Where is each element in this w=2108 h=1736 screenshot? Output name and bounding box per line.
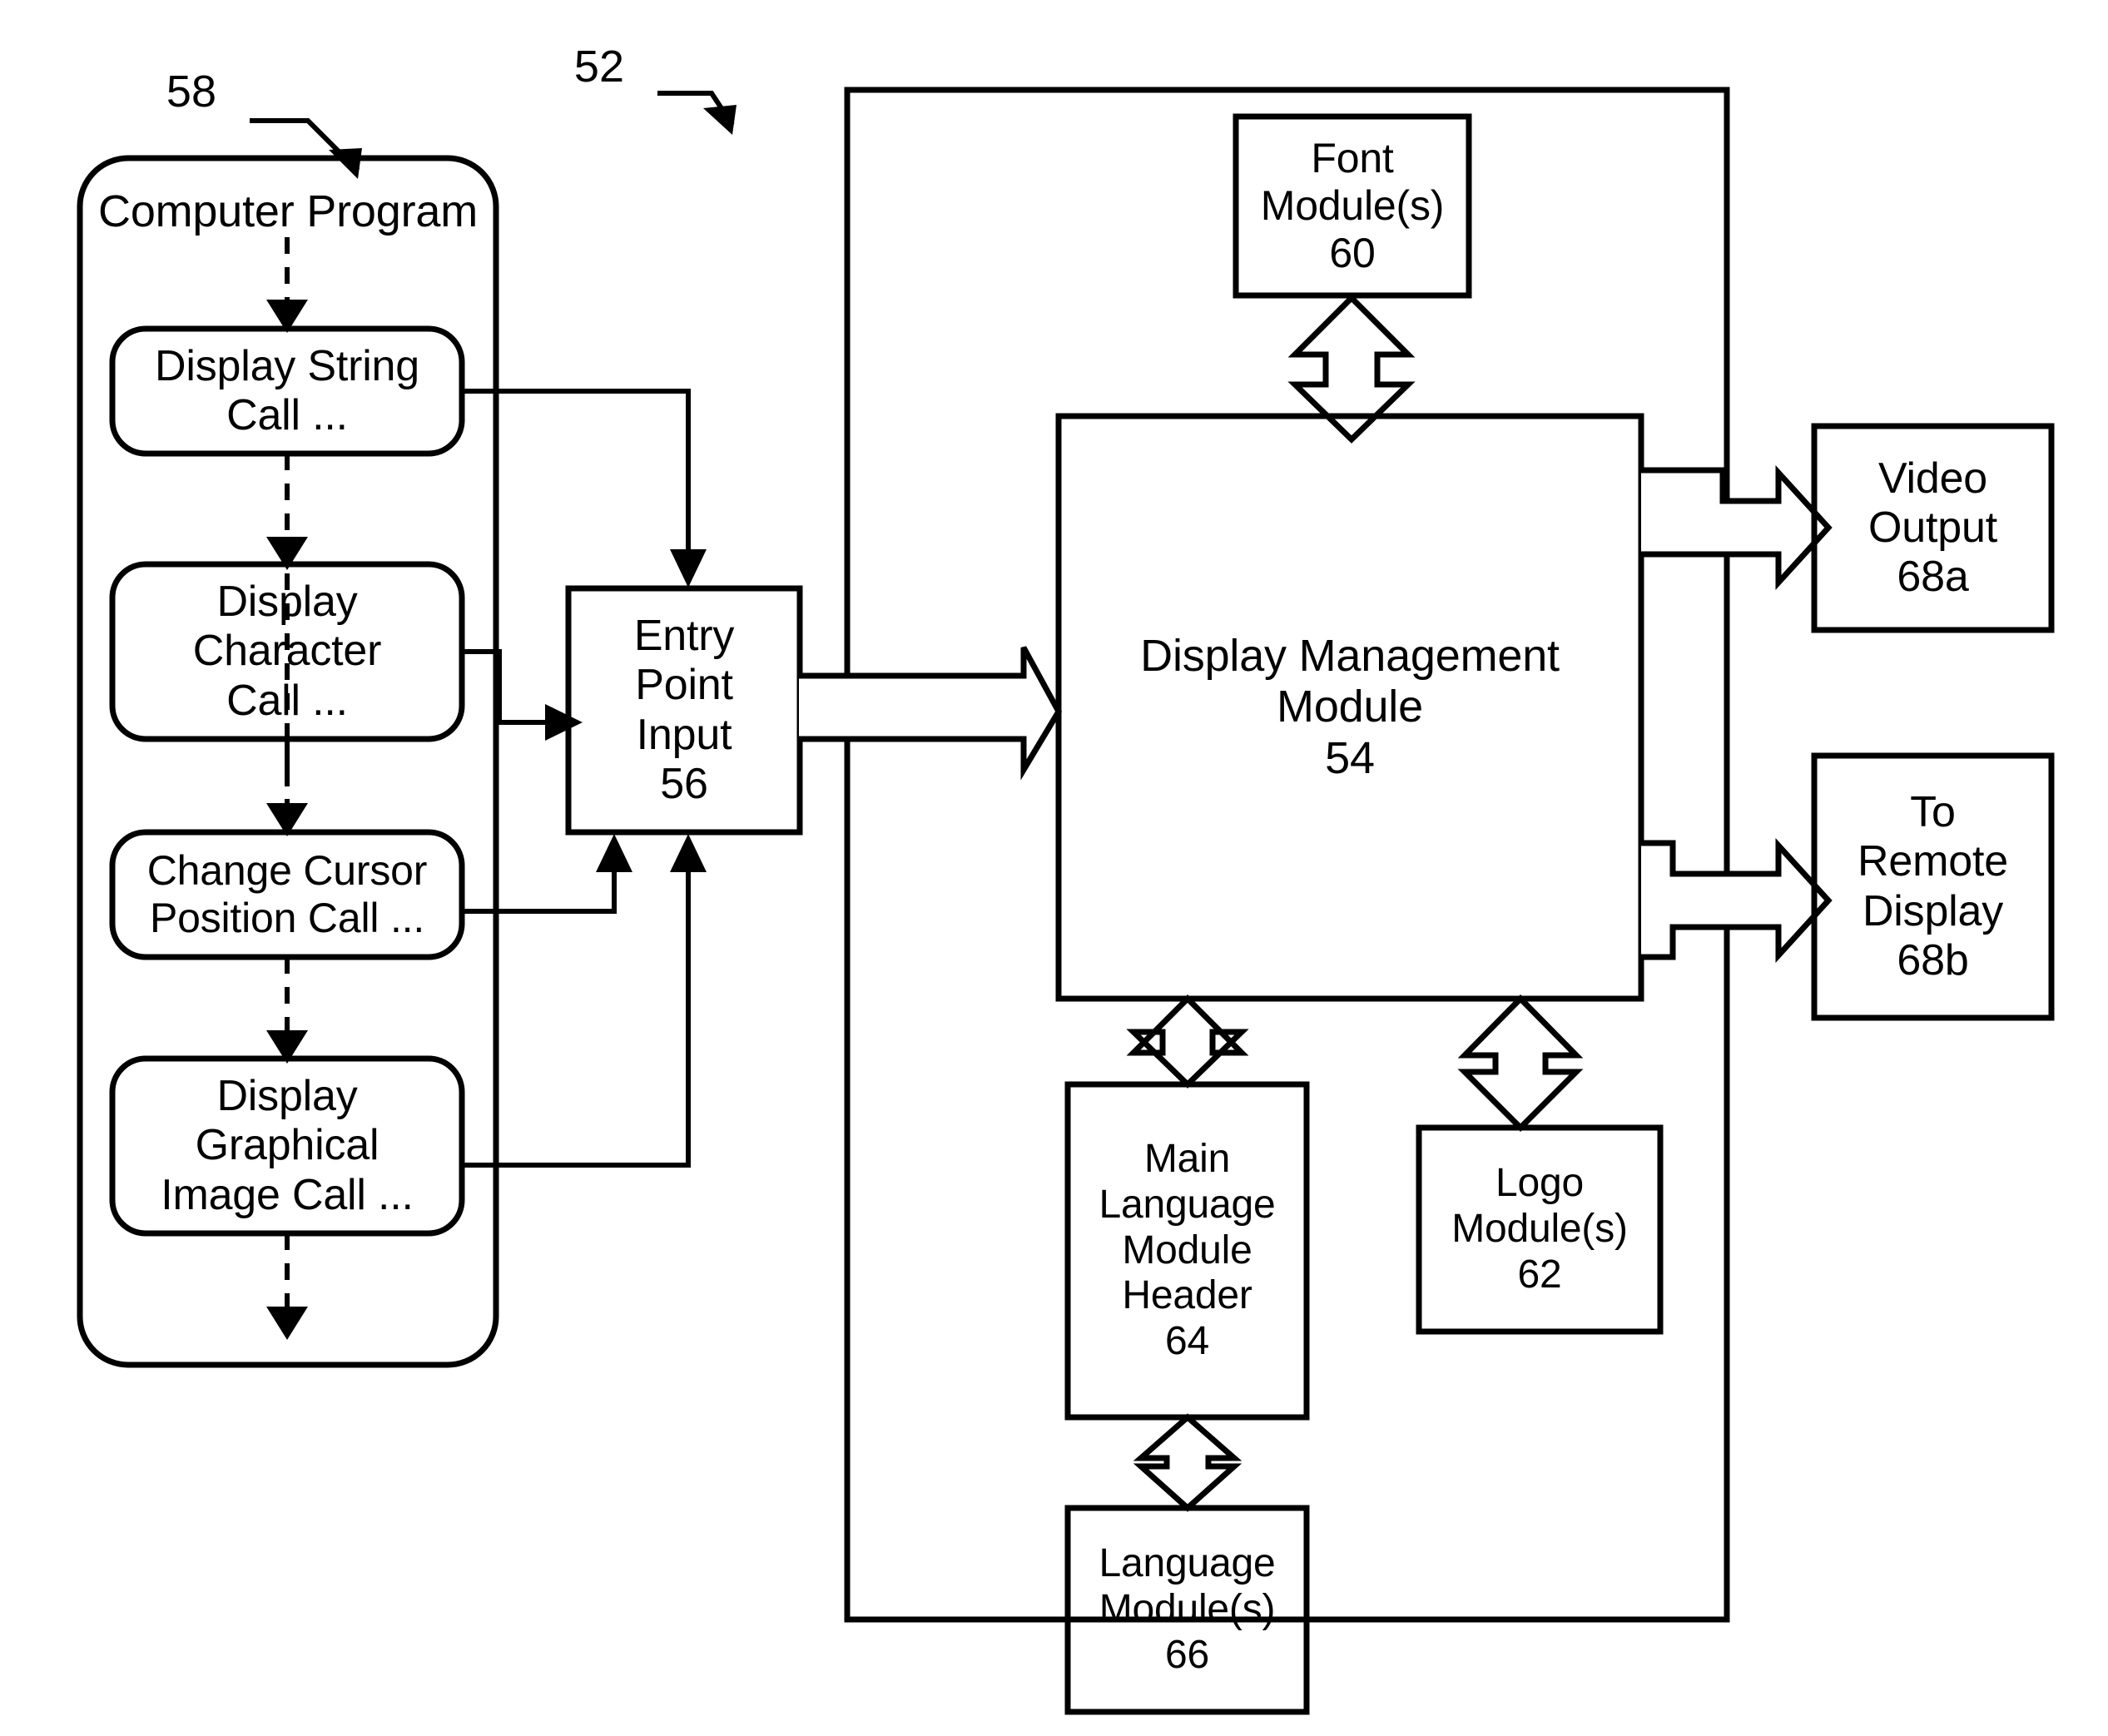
reference-label-52: 52: [573, 42, 624, 92]
reference-label-58: 58: [166, 67, 216, 117]
connector-display-character-to-entry: [462, 649, 583, 741]
patent-figure: 58 52 Computer Program Display String Ca…: [0, 0, 2108, 1736]
entry-point-input-box: [565, 585, 803, 836]
dmm-to-video-output-arrow: [1641, 464, 1833, 591]
display-management-module-box: [1055, 413, 1644, 1002]
change-cursor-position-call-box: [109, 829, 465, 960]
video-output-box: [1811, 423, 2055, 633]
leader-58: [250, 118, 362, 179]
entry-to-dmm-block-arrow: [799, 646, 1063, 781]
dmm-main-language-double-arrow: [1126, 994, 1249, 1089]
header-language-modules-double-arrow: [1133, 1413, 1242, 1512]
display-string-call-box: [109, 325, 465, 457]
font-module-box: [1233, 113, 1472, 299]
system-container-52: [844, 87, 1730, 1623]
display-character-call-box: [109, 561, 465, 742]
connector-change-cursor-to-entry: [462, 834, 632, 914]
language-modules-box: [1064, 1505, 1310, 1715]
dmm-to-remote-display-arrow: [1641, 837, 1833, 964]
diagram-vectors: [77, 87, 2055, 1715]
dmm-logo-modules-double-arrow: [1457, 994, 1584, 1132]
leader-52: [657, 91, 737, 135]
logo-modules-box: [1416, 1124, 1664, 1335]
main-language-module-header-box: [1064, 1081, 1310, 1421]
display-graphical-image-call-box: [109, 1055, 465, 1237]
remote-display-box: [1811, 752, 2055, 1021]
